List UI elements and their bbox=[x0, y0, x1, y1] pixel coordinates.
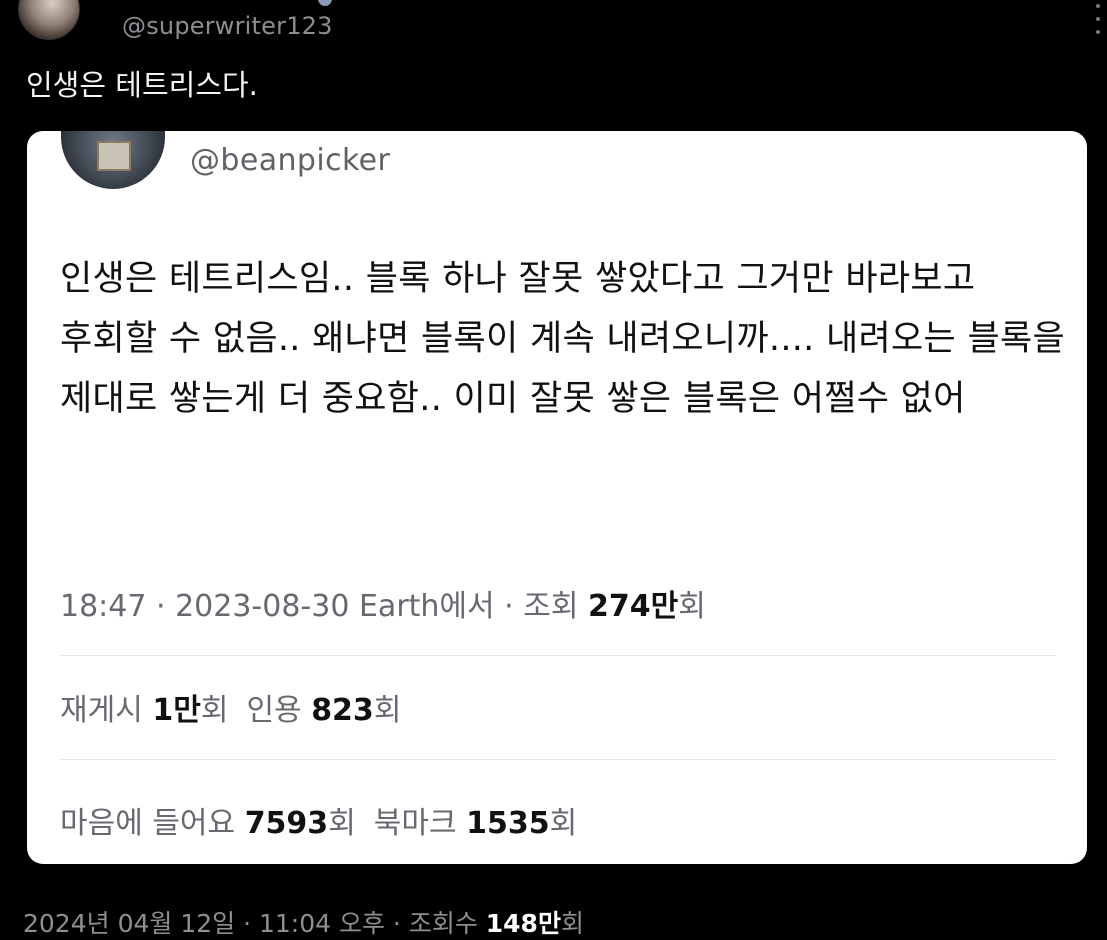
views-suffix: 회 bbox=[678, 589, 706, 624]
bookmarks-value: 1535 bbox=[466, 806, 550, 841]
views-label: 조회 bbox=[523, 589, 588, 624]
reposts-label: 재게시 bbox=[60, 693, 153, 728]
divider bbox=[60, 655, 1056, 656]
likes-suffix: 회 bbox=[328, 806, 356, 841]
top-author-handle[interactable]: @superwriter123 bbox=[122, 12, 333, 40]
divider bbox=[60, 759, 1056, 760]
more-icon-dot bbox=[1096, 17, 1100, 21]
quoted-tweet-card[interactable]: @beanpicker 인생은 테트리스임.. 블록 하나 잘못 쌓았다고 그거… bbox=[27, 131, 1087, 864]
quoted-source: Earth에서 bbox=[349, 589, 495, 624]
bookmarks-suffix: 회 bbox=[549, 806, 578, 841]
tweet-bottom-meta: 2024년 04월 12일 · 11:04 오후 · 조회수 148만회 bbox=[23, 904, 584, 940]
top-author-name-fragment bbox=[126, 0, 326, 2]
views-value: 274만 bbox=[587, 589, 679, 624]
repost-quote-stats: 재게시 1만회 인용 823회 bbox=[60, 685, 401, 729]
quotes-label: 인용 bbox=[246, 693, 312, 728]
tweet-views-suffix: 회 bbox=[560, 909, 584, 938]
more-icon[interactable] bbox=[1095, 4, 1101, 34]
likes-label: 마음에 들어요 bbox=[60, 806, 245, 841]
meta-separator: · bbox=[494, 589, 524, 624]
like-bookmark-stats: 마음에 들어요 7593회 북마크 1535회 bbox=[60, 798, 577, 842]
quoted-author-handle[interactable]: @beanpicker bbox=[190, 143, 390, 178]
top-author-avatar[interactable] bbox=[18, 0, 80, 40]
tweet-text: 인생은 테트리스다. bbox=[26, 68, 258, 102]
quoted-tweet-body: 인생은 테트리스임.. 블록 하나 잘못 쌓았다고 그거만 바라보고 후회할 수… bbox=[60, 259, 1065, 419]
quotes-value: 823 bbox=[311, 693, 374, 728]
bookmarks-label: 북마크 bbox=[373, 806, 467, 841]
tweet-date-time: 2024년 04월 12일 · 11:04 오후 · 조회수 bbox=[23, 909, 486, 938]
meta-separator: · bbox=[146, 589, 176, 624]
verified-badge-icon bbox=[318, 0, 332, 6]
tweet-views-value: 148만 bbox=[485, 909, 561, 938]
quoted-author-avatar[interactable] bbox=[61, 131, 165, 189]
quoted-date: 2023-08-30 bbox=[175, 589, 350, 624]
quoted-time: 18:47 bbox=[60, 589, 147, 624]
quoted-tweet-meta: 18:47 · 2023-08-30 Earth에서 · 조회 274만회 bbox=[60, 581, 706, 625]
quotes-suffix: 회 bbox=[373, 693, 402, 728]
more-icon-dot bbox=[1096, 30, 1100, 34]
likes-value: 7593 bbox=[244, 806, 329, 841]
reposts-value: 1만 bbox=[152, 693, 201, 728]
more-icon-dot bbox=[1096, 4, 1100, 8]
reposts-suffix: 회 bbox=[200, 693, 229, 728]
